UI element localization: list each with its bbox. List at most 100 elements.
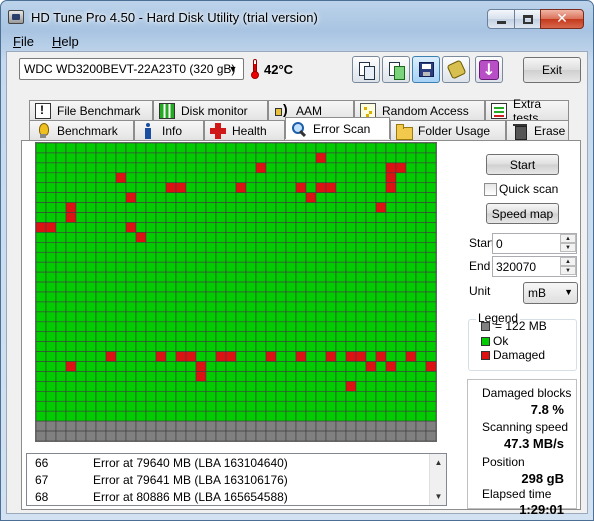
block-ok bbox=[85, 222, 97, 233]
minimize-button[interactable] bbox=[487, 9, 515, 29]
block-ok bbox=[115, 281, 127, 293]
block-ok bbox=[325, 341, 337, 352]
block-ok bbox=[195, 222, 207, 233]
download-button[interactable]: ↓ bbox=[475, 56, 503, 83]
menu-help[interactable]: Help bbox=[52, 34, 79, 49]
tab-health[interactable]: Health bbox=[204, 120, 285, 140]
block-ok bbox=[195, 281, 207, 293]
block-ok bbox=[275, 371, 287, 382]
copy-screenshot-button[interactable] bbox=[382, 56, 410, 83]
scroll-down-icon[interactable]: ▼ bbox=[430, 488, 446, 505]
block-ok bbox=[165, 381, 177, 392]
tab-folder-usage[interactable]: Folder Usage bbox=[390, 120, 506, 140]
block-ok bbox=[215, 361, 227, 372]
block-ok bbox=[135, 162, 147, 174]
maximize-button[interactable] bbox=[514, 9, 541, 29]
quick-scan-checkbox[interactable] bbox=[484, 183, 497, 196]
block-ok bbox=[395, 222, 407, 233]
error-log-list[interactable]: 66 Error at 79640 MB (LBA 163104640) 67 … bbox=[26, 453, 447, 506]
block-ok bbox=[355, 182, 367, 193]
block-ok bbox=[255, 271, 267, 283]
block-ok bbox=[395, 232, 407, 243]
block-ok bbox=[335, 381, 347, 392]
block-ok bbox=[115, 192, 127, 203]
block-ok bbox=[405, 321, 417, 333]
block-ok bbox=[235, 261, 247, 273]
block-ok bbox=[175, 371, 187, 382]
end-position-field[interactable]: 320070 ▲ ▼ bbox=[492, 256, 577, 277]
menu-file[interactable]: File bbox=[13, 34, 34, 49]
block-ok bbox=[155, 143, 167, 154]
block-ok bbox=[335, 212, 347, 223]
block-ok bbox=[155, 192, 167, 203]
block-ok bbox=[385, 281, 397, 293]
block-ok bbox=[385, 222, 397, 233]
block-ok bbox=[245, 311, 257, 323]
tab-file-benchmark[interactable]: File Benchmark bbox=[29, 100, 153, 120]
options-button[interactable] bbox=[442, 56, 470, 83]
start-position-field[interactable]: 0 ▲ ▼ bbox=[492, 233, 577, 254]
spin-down-icon[interactable]: ▼ bbox=[560, 266, 576, 275]
exit-button[interactable]: Exit bbox=[523, 57, 581, 83]
block-unscanned bbox=[305, 430, 317, 441]
spin-up-icon[interactable]: ▲ bbox=[560, 234, 576, 243]
disk-select-dropdown[interactable]: WDC WD3200BEVT-22A23T0 (320 gB) ▼ bbox=[19, 58, 244, 80]
close-button[interactable]: ✕ bbox=[540, 9, 584, 29]
end-spinner[interactable]: ▲ ▼ bbox=[560, 257, 576, 276]
block-ok bbox=[145, 172, 157, 184]
block-ok bbox=[405, 192, 417, 203]
block-ok bbox=[215, 341, 227, 352]
tab-error-scan[interactable]: Error Scan bbox=[285, 117, 390, 139]
copy-text-button[interactable] bbox=[352, 56, 380, 83]
tab-erase[interactable]: Erase bbox=[506, 120, 569, 140]
spin-down-icon[interactable]: ▼ bbox=[560, 243, 576, 252]
block-ok bbox=[395, 172, 407, 184]
block-ok bbox=[405, 341, 417, 352]
block-damaged bbox=[325, 182, 337, 193]
block-ok bbox=[395, 331, 407, 342]
block-ok bbox=[45, 301, 57, 313]
block-ok bbox=[175, 143, 187, 154]
speed-map-button[interactable]: Speed map bbox=[486, 203, 559, 224]
block-ok bbox=[265, 261, 277, 273]
unit-select-dropdown[interactable]: mB ▼ bbox=[523, 282, 578, 304]
block-ok bbox=[425, 212, 436, 223]
block-ok bbox=[145, 212, 157, 223]
block-ok bbox=[275, 242, 287, 253]
block-ok bbox=[185, 232, 197, 243]
spin-up-icon[interactable]: ▲ bbox=[560, 257, 576, 266]
block-ok bbox=[415, 311, 427, 323]
block-ok bbox=[315, 162, 327, 174]
block-ok bbox=[105, 192, 117, 203]
tab-extra-tests[interactable]: Extra tests bbox=[485, 97, 569, 125]
block-ok bbox=[75, 311, 87, 323]
block-ok bbox=[135, 400, 147, 412]
block-ok bbox=[155, 321, 167, 333]
block-ok bbox=[115, 410, 127, 422]
block-ok bbox=[65, 400, 77, 412]
block-ok bbox=[175, 172, 187, 184]
block-ok bbox=[65, 232, 77, 243]
block-ok bbox=[115, 361, 127, 372]
tab-benchmark[interactable]: Benchmark bbox=[29, 120, 134, 140]
block-ok bbox=[45, 162, 57, 174]
block-ok bbox=[225, 182, 237, 193]
block-ok bbox=[345, 391, 357, 402]
scroll-up-icon[interactable]: ▲ bbox=[430, 454, 446, 471]
start-scan-button[interactable]: Start bbox=[486, 154, 559, 175]
block-ok bbox=[225, 400, 237, 412]
start-spinner[interactable]: ▲ ▼ bbox=[560, 234, 576, 253]
block-ok bbox=[265, 242, 277, 253]
block-ok bbox=[245, 301, 257, 313]
tab-disk-monitor[interactable]: Disk monitor bbox=[153, 100, 268, 120]
block-ok bbox=[215, 232, 227, 243]
block-ok bbox=[175, 410, 187, 422]
save-button[interactable] bbox=[412, 56, 440, 83]
block-ok bbox=[135, 291, 147, 303]
tab-info[interactable]: Info bbox=[134, 120, 204, 140]
block-ok bbox=[275, 202, 287, 213]
title-bar[interactable]: HD Tune Pro 4.50 - Hard Disk Utility (tr… bbox=[1, 1, 593, 33]
log-scrollbar[interactable]: ▲ ▼ bbox=[429, 454, 446, 505]
block-ok bbox=[285, 341, 297, 352]
quick-scan-label[interactable]: Quick scan bbox=[499, 182, 558, 196]
